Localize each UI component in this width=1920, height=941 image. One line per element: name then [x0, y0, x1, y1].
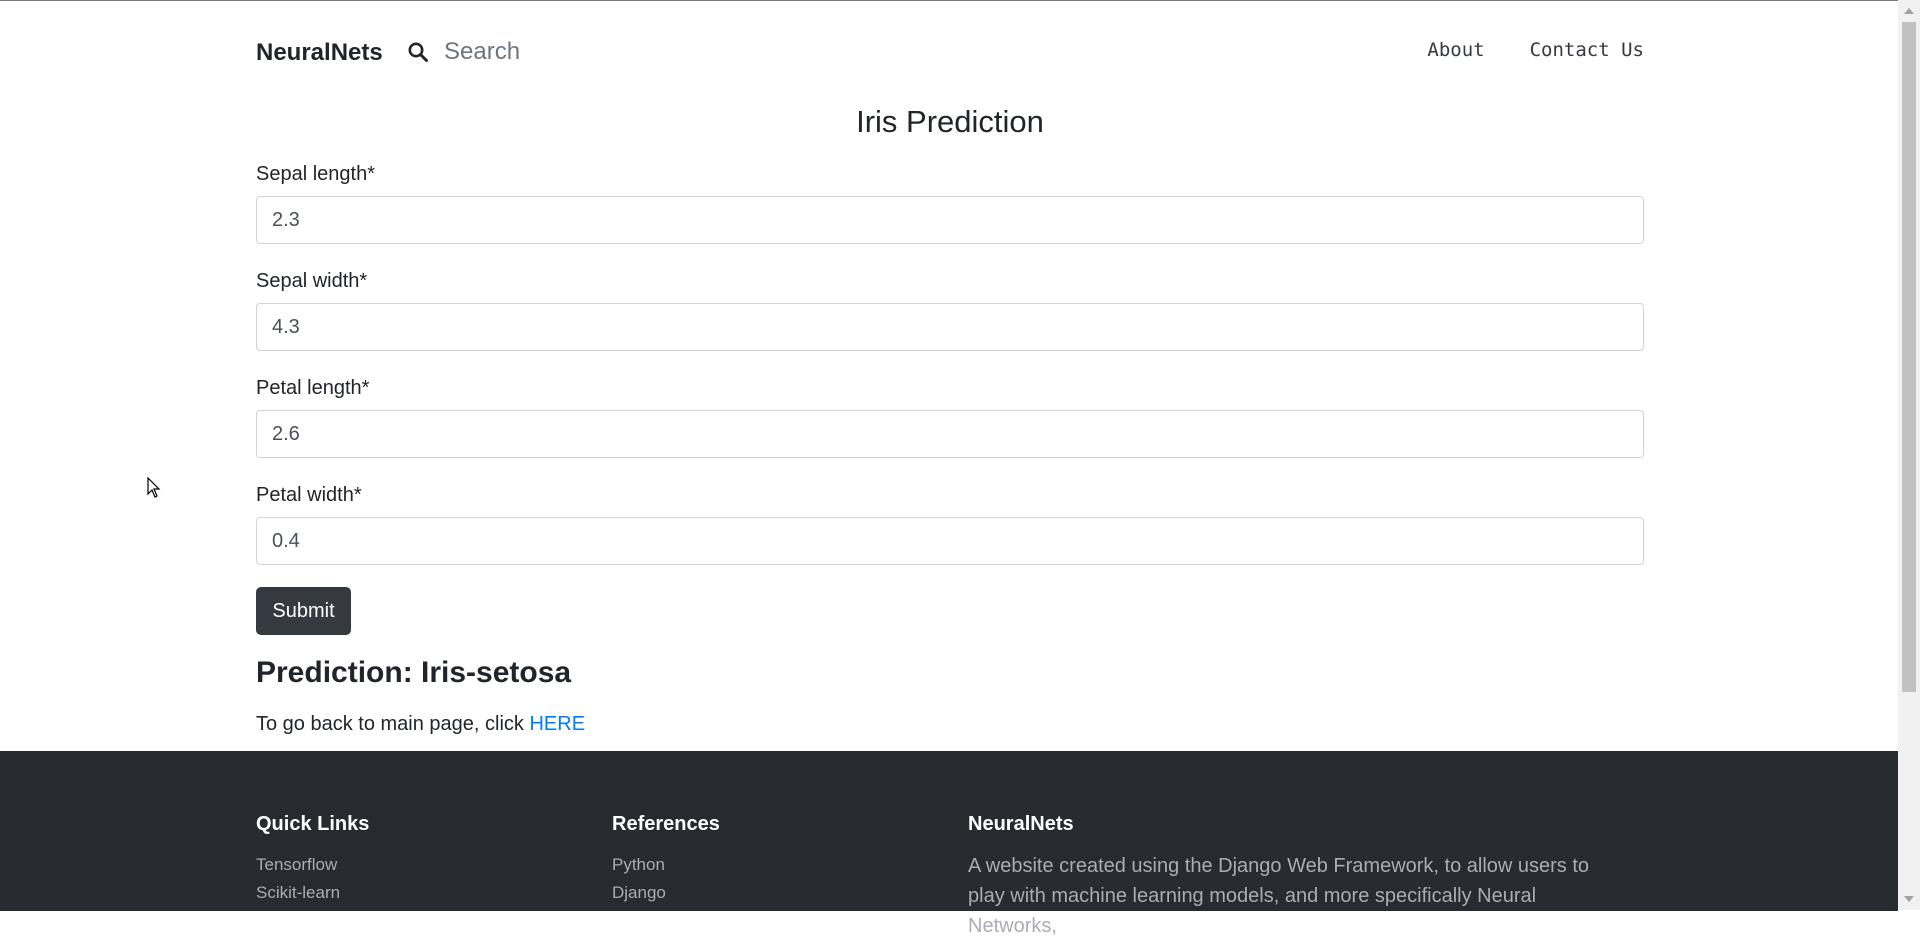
page: NeuralNets About Contact Us Iris Predict… [0, 1, 1898, 937]
page-title: Iris Prediction [856, 104, 1044, 139]
footer-link-scikit-learn[interactable]: Scikit-learn [256, 883, 340, 902]
footer-link-tensorflow[interactable]: Tensorflow [256, 855, 337, 874]
scroll-up-arrow-icon[interactable] [1904, 8, 1914, 14]
sepal-width-input[interactable] [256, 303, 1644, 351]
footer-about: NeuralNets A website created using the D… [968, 811, 1628, 941]
footer-references: References Python Django [612, 811, 720, 907]
footer-quick-links: Quick Links Tensorflow Scikit-learn [256, 811, 369, 907]
brand-link[interactable]: NeuralNets [256, 39, 383, 67]
footer-about-title: NeuralNets [968, 813, 1074, 835]
sepal-length-label: Sepal length* [256, 163, 375, 185]
iris-form: Sepal length* Sepal width* Petal length*… [256, 159, 1644, 587]
scroll-down-arrow-icon[interactable] [1904, 896, 1914, 902]
prediction-result: Prediction: Iris-setosa [256, 656, 572, 689]
sepal-length-input[interactable] [256, 196, 1644, 244]
mouse-cursor-icon [147, 477, 161, 498]
footer: Quick Links Tensorflow Scikit-learn Refe… [0, 751, 1898, 937]
back-to-main-text: To go back to main page, click HERE [256, 713, 585, 736]
navbar: NeuralNets About Contact Us [256, 31, 1644, 75]
scroll-thumb[interactable] [1902, 22, 1916, 692]
petal-width-label: Petal width* [256, 484, 362, 506]
sepal-width-label: Sepal width* [256, 270, 368, 292]
submit-button[interactable]: Submit [256, 587, 351, 635]
back-text-label: To go back to main page, click [256, 713, 530, 735]
back-here-link[interactable]: HERE [529, 713, 585, 735]
nav-link-contact[interactable]: Contact Us [1530, 39, 1644, 61]
nav-links: About Contact Us [1382, 39, 1644, 61]
petal-length-input[interactable] [256, 410, 1644, 458]
petal-width-input[interactable] [256, 517, 1644, 565]
search-input[interactable] [444, 34, 704, 70]
petal-length-label: Petal length* [256, 377, 370, 399]
footer-about-text: A website created using the Django Web F… [968, 855, 1590, 937]
nav-link-about[interactable]: About [1427, 39, 1484, 61]
vertical-scrollbar[interactable] [1898, 0, 1920, 910]
search-icon[interactable] [407, 41, 429, 63]
footer-quick-links-title: Quick Links [256, 813, 370, 835]
footer-link-python[interactable]: Python [612, 855, 665, 874]
footer-references-title: References [612, 813, 720, 835]
footer-link-django[interactable]: Django [612, 883, 666, 902]
